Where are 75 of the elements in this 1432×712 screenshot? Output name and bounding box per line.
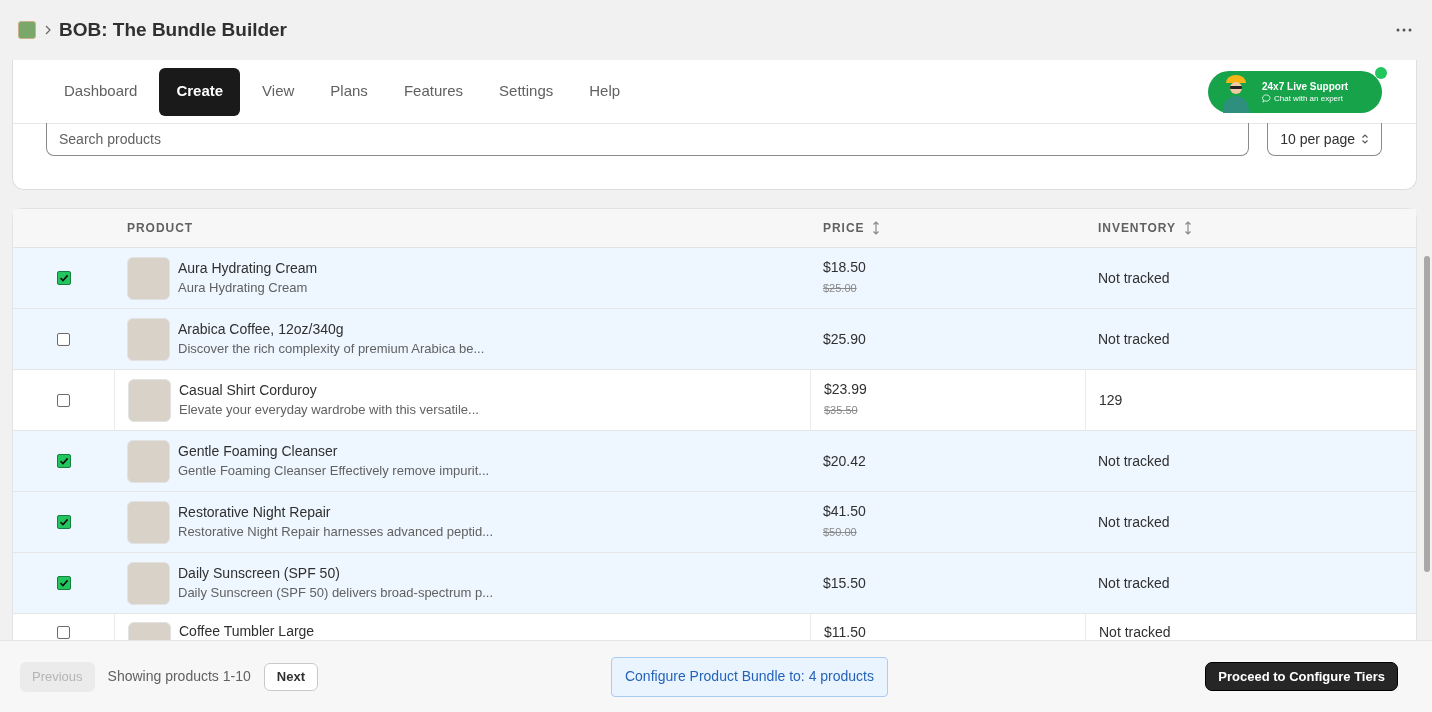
nav-tab[interactable]: Dashboard	[48, 67, 154, 116]
per-page-select[interactable]: 10 per page	[1267, 123, 1382, 156]
product-thumbnail	[127, 256, 170, 300]
checkbox[interactable]	[57, 393, 70, 407]
product-description: Gentle Foaming Cleanser Effectively remove impurit...	[178, 462, 490, 480]
nav-tab[interactable]: Help	[573, 67, 637, 116]
bundle-info-banner: Configure Product Bundle to: 4 products	[610, 656, 888, 697]
product-name: Daily Sunscreen (SPF 50)	[178, 564, 341, 583]
price: $18.50	[823, 258, 867, 277]
inventory-status: Not tracked	[1098, 329, 1170, 349]
product-description: Restorative Night Repair harnesses advanced peptid...	[178, 523, 494, 541]
select-arrows-icon	[1361, 133, 1369, 145]
more-menu-icon[interactable]	[1396, 28, 1412, 32]
sort-icon[interactable]	[872, 221, 881, 235]
product-description: Aura Hydrating Cream	[178, 279, 309, 297]
chevron-right-icon	[45, 25, 51, 35]
pagination-status: Showing products 1-10	[107, 667, 251, 686]
chat-bubble-icon	[1262, 93, 1271, 103]
checkbox[interactable]	[56, 271, 71, 285]
checkbox[interactable]	[56, 454, 71, 468]
sort-icon[interactable]	[1184, 221, 1192, 235]
product-description: Discover the rich complexity of premium Arabica be...	[178, 340, 485, 358]
price: $15.50	[823, 574, 867, 593]
product-name: Arabica Coffee, 12oz/340g	[178, 320, 345, 339]
nav-tab[interactable]: Settings	[483, 67, 570, 116]
compare-at-price: $35.50	[824, 403, 859, 418]
next-button[interactable]: Next	[263, 662, 318, 691]
compare-at-price: $50.00	[823, 525, 858, 540]
price: $25.90	[823, 330, 867, 349]
product-name: Casual Shirt Corduroy	[179, 381, 318, 400]
checkbox[interactable]	[56, 576, 71, 590]
column-header: INVENTORY	[1098, 220, 1176, 237]
product-thumbnail	[127, 439, 170, 483]
nav-tab[interactable]: Create	[159, 67, 241, 116]
price: $41.50	[823, 502, 867, 521]
price: $23.99	[824, 380, 868, 399]
column-header: PRODUCT	[127, 220, 194, 237]
column-header: PRICE	[823, 220, 865, 237]
app-title: BOB: The Bundle Builder	[59, 17, 287, 42]
inventory-status: 129	[1099, 390, 1123, 410]
product-thumbnail	[127, 561, 170, 605]
nav-tab[interactable]: Plans	[314, 67, 384, 116]
price: $20.42	[823, 452, 867, 471]
price: $11.50	[824, 623, 867, 640]
product-thumbnail	[128, 378, 171, 422]
search-field[interactable]: Search products	[46, 123, 1250, 156]
table-row[interactable]: Gentle Foaming Cleanser Gentle Foaming Cleanser Effectively remove impurit... $20.42 Not tracked	[13, 431, 1416, 492]
checkbox[interactable]	[57, 332, 70, 346]
product-description: Elevate your everyday wardrobe with this versatile...	[179, 401, 479, 419]
inventory-status: Not tracked	[1098, 512, 1170, 532]
app-logo-icon	[18, 21, 36, 39]
inventory-status: Not tracked	[1098, 451, 1170, 471]
checkbox[interactable]	[57, 626, 70, 639]
table-row[interactable]: Aura Hydrating Cream Aura Hydrating Cream $18.50 $25.00 Not tracked	[13, 248, 1416, 309]
nav-tab[interactable]: View	[246, 67, 311, 116]
product-name: Aura Hydrating Cream	[178, 259, 318, 278]
table-row[interactable]: Restorative Night Repair Restorative Night Repair harnesses advanced peptid... $41.50 $50.00 Not tracked	[13, 492, 1416, 553]
product-description: Daily Sunscreen (SPF 50) delivers broad-spectrum p...	[178, 584, 493, 602]
checkbox[interactable]	[56, 515, 71, 529]
inventory-status: Not tracked	[1098, 268, 1170, 288]
product-name: Gentle Foaming Cleanser	[178, 442, 339, 461]
table-row[interactable]: Casual Shirt Corduroy Elevate your everyday wardrobe with this versatile... $23.99 $35.50 129	[13, 370, 1416, 431]
proceed-button[interactable]: Proceed to Configure Tiers	[1205, 662, 1398, 691]
support-title: 24x7 Live Support	[1262, 79, 1349, 93]
product-name: Coffee Tumbler Large	[179, 622, 315, 640]
inventory-status: Not tracked	[1098, 573, 1170, 593]
product-name: Restorative Night Repair	[178, 503, 332, 522]
support-subtitle: Chat with an expert	[1274, 92, 1343, 104]
table-row[interactable]: Arabica Coffee, 12oz/340g Discover the rich complexity of premium Arabica be... $25.90 Not tracked	[13, 309, 1416, 370]
table-row[interactable]: Daily Sunscreen (SPF 50) Daily Sunscreen (SPF 50) delivers broad-spectrum p... $15.50 Not tracked	[13, 553, 1416, 614]
nav-tab[interactable]: Features	[387, 67, 480, 116]
product-thumbnail	[127, 317, 170, 361]
product-thumbnail	[127, 500, 170, 544]
inventory-status: Not tracked	[1099, 623, 1171, 640]
compare-at-price: $25.00	[823, 281, 858, 296]
